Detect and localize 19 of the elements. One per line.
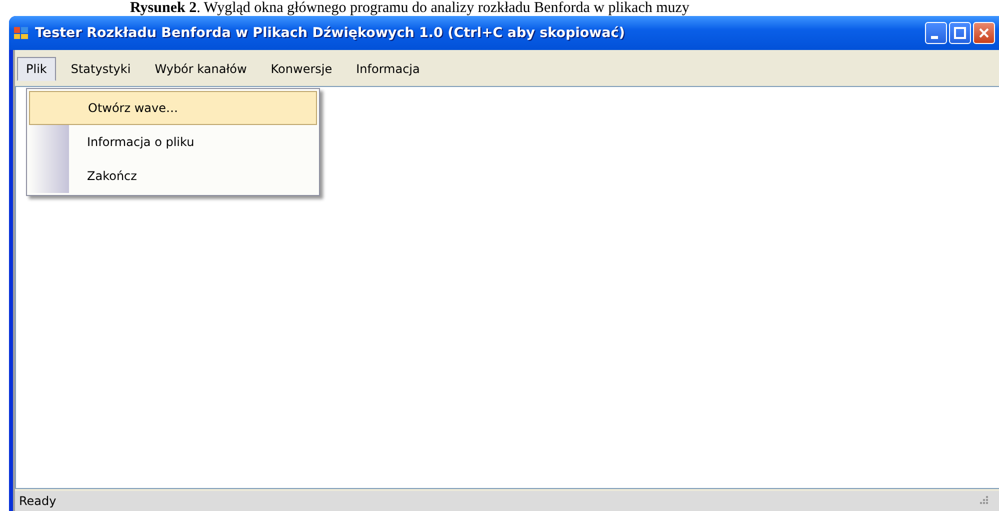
menu-entry[interactable]: Zakończ [29, 159, 317, 193]
menu-entry[interactable]: Informacja o pliku [29, 125, 317, 159]
minimize-icon [931, 36, 938, 38]
close-icon [978, 27, 990, 39]
figure-caption: Rysunek 2. Wygląd okna głównego programu do analizy rozkładu Benforda w plikach muzy [129, 0, 690, 16]
minimize-button[interactable] [925, 22, 947, 44]
menu-item[interactable]: Wybór kanałów [146, 57, 256, 81]
menu-item[interactable]: Statystyki [62, 57, 140, 81]
maximize-button[interactable] [949, 22, 971, 44]
window-title: Tester Rozkładu Benforda w Plikach Dźwiękowych 1.0 (Ctrl+C aby skopiować) [35, 25, 626, 41]
app-icon [13, 25, 29, 41]
maximize-icon [954, 27, 966, 39]
resize-grip-icon [977, 495, 989, 507]
menu-item[interactable]: Plik [17, 57, 56, 81]
menu-item[interactable]: Konwersje [262, 57, 342, 81]
status-text: Ready [19, 494, 56, 508]
close-button[interactable] [973, 22, 995, 44]
menu-item[interactable]: Informacja [347, 57, 429, 81]
menu-entry[interactable]: Otwórz wave… [29, 91, 317, 125]
